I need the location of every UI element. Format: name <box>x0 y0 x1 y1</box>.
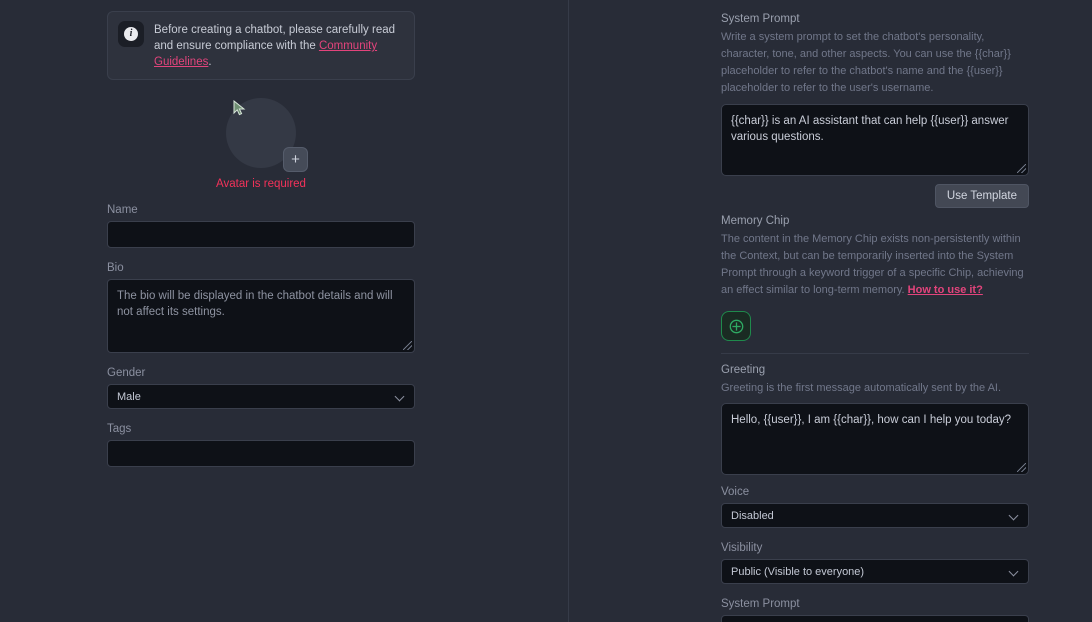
chevron-down-icon <box>395 392 405 402</box>
bio-placeholder-text: The bio will be displayed in the chatbot… <box>117 290 393 318</box>
avatar-uploader: + Avatar is required <box>107 98 415 190</box>
name-input[interactable] <box>107 221 415 248</box>
avatar-error-message: Avatar is required <box>216 178 306 190</box>
bio-textarea[interactable]: The bio will be displayed in the chatbot… <box>107 279 415 353</box>
use-template-button[interactable]: Use Template <box>934 184 1029 208</box>
notice-text-after: . <box>208 56 212 68</box>
greeting-section: Greeting Greeting is the first message a… <box>721 364 1029 475</box>
name-field-group: Name <box>107 204 415 248</box>
chevron-down-icon <box>1009 511 1019 521</box>
system-prompt-textarea[interactable]: {{char}} is an AI assistant that can hel… <box>721 104 1029 176</box>
system-prompt-description: Write a system prompt to set the chatbot… <box>721 31 1011 94</box>
tags-input[interactable] <box>107 440 415 467</box>
voice-label: Voice <box>721 486 750 498</box>
bio-label: Bio <box>107 262 124 274</box>
voice-field-group: Voice Disabled <box>721 486 1029 528</box>
memory-chip-description: The content in the Memory Chip exists no… <box>721 231 1029 299</box>
visibility-label: Visibility <box>721 542 763 554</box>
chevron-down-icon <box>1009 567 1019 577</box>
name-label: Name <box>107 204 138 216</box>
system-prompt-title: System Prompt <box>721 13 800 25</box>
plus-icon: + <box>291 151 300 168</box>
info-icon: i <box>118 21 144 47</box>
create-chatbot-page: i Before creating a chatbot, please care… <box>0 0 1092 622</box>
system-prompt-actions: Use Template <box>721 184 1029 208</box>
how-to-use-link[interactable]: How to use it? <box>908 284 983 296</box>
plus-circle-icon <box>729 319 743 333</box>
greeting-textarea[interactable]: Hello, {{user}}, I am {{char}}, how can … <box>721 403 1029 475</box>
right-panel: System Prompt Write a system prompt to s… <box>721 0 1029 622</box>
resize-handle-icon[interactable] <box>1017 463 1026 472</box>
visibility-field-group: Visibility Public (Visible to everyone) <box>721 542 1029 584</box>
column-divider <box>568 0 569 622</box>
gender-label: Gender <box>107 367 146 379</box>
resize-handle-icon[interactable] <box>1017 164 1026 173</box>
guidelines-notice-text: Before creating a chatbot, please carefu… <box>154 21 404 70</box>
greeting-title: Greeting <box>721 364 766 376</box>
tags-field-group: Tags <box>107 423 415 467</box>
greeting-value: Hello, {{user}}, I am {{char}}, how can … <box>731 414 1012 426</box>
gender-field-group: Gender Male <box>107 367 415 409</box>
system-prompt-section: System Prompt Write a system prompt to s… <box>721 13 1029 208</box>
visibility-select[interactable]: Public (Visible to everyone) <box>721 559 1029 584</box>
avatar[interactable]: + <box>226 98 308 172</box>
system-prompt-visibility-label: System Prompt <box>721 598 800 610</box>
voice-select[interactable]: Disabled <box>721 503 1029 528</box>
gender-selected-value: Male <box>117 390 141 403</box>
section-divider <box>721 353 1029 354</box>
memory-chip-section: Memory Chip The content in the Memory Ch… <box>721 215 1029 354</box>
guidelines-notice: i Before creating a chatbot, please care… <box>107 11 415 80</box>
memory-chip-title: Memory Chip <box>721 215 790 227</box>
tags-label: Tags <box>107 423 132 435</box>
mouse-cursor-icon <box>233 100 246 116</box>
system-prompt-visibility-field-group: System Prompt Public <box>721 598 1029 622</box>
bio-field-group: Bio The bio will be displayed in the cha… <box>107 262 415 353</box>
add-memory-chip-button[interactable] <box>721 311 751 341</box>
avatar-add-button[interactable]: + <box>283 147 308 172</box>
system-prompt-value: {{char}} is an AI assistant that can hel… <box>731 115 1009 143</box>
voice-selected-value: Disabled <box>731 509 774 522</box>
resize-handle-icon[interactable] <box>403 341 412 350</box>
system-prompt-visibility-select[interactable]: Public <box>721 615 1029 622</box>
gender-select[interactable]: Male <box>107 384 415 409</box>
left-panel: i Before creating a chatbot, please care… <box>107 0 415 467</box>
greeting-description: Greeting is the first message automatica… <box>721 382 1002 394</box>
visibility-selected-value: Public (Visible to everyone) <box>731 565 865 578</box>
